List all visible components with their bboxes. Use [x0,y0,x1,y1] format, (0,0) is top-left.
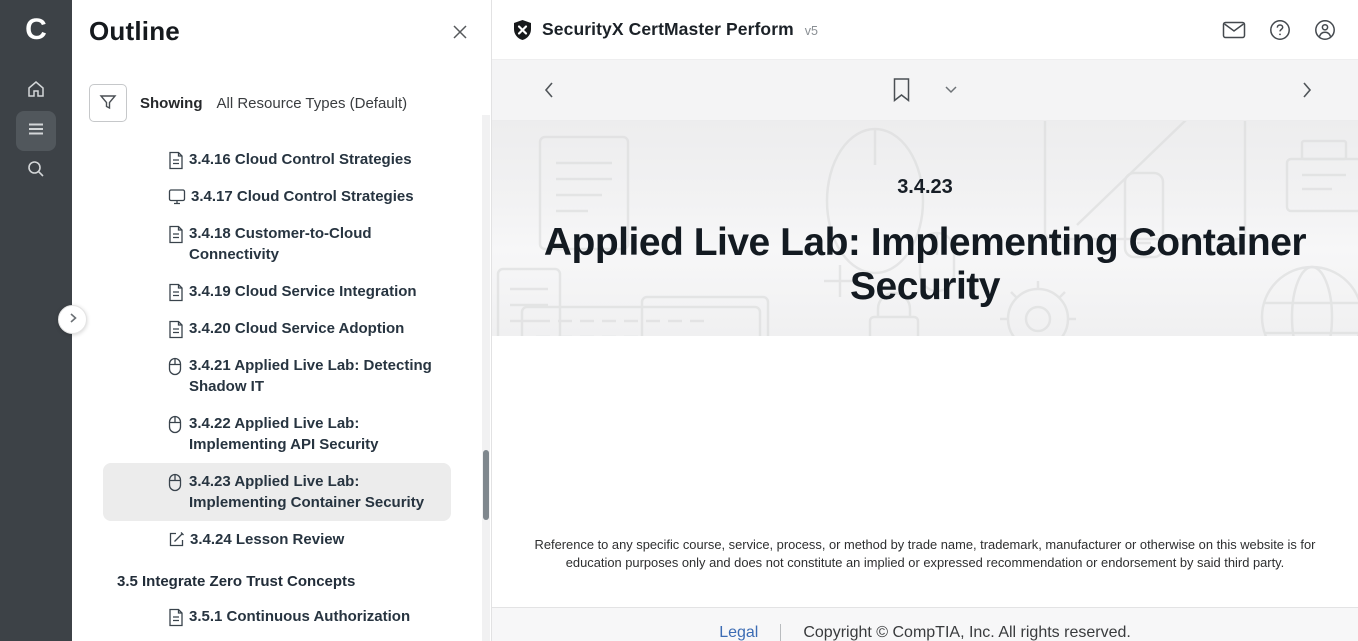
outline-item-label: 3.4.18 Customer-to-Cloud Connectivity [189,223,441,265]
app-window: C [0,0,1358,641]
outline-item-label: 3.4.20 Cloud Service Adoption [189,318,404,339]
search-icon [26,159,46,184]
outline-item[interactable]: 3.4.16 Cloud Control Strategies [103,141,451,178]
document-icon [168,608,184,627]
outline-panel: Outline Showing All Resource Types (Defa… [72,0,492,641]
outline-list: 3.4.16 Cloud Control Strategies 3.4.17 Cl… [72,141,475,635]
app-title: SecurityX CertMaster Perform [542,19,794,40]
chevron-down-icon [945,83,958,98]
help-button[interactable] [1267,17,1293,43]
filter-value: All Resource Types (Default) [217,95,408,112]
mouse-icon [168,473,184,492]
question-icon [1269,29,1291,44]
mail-icon [1222,28,1246,43]
monitor-icon [168,188,186,205]
lesson-title: Applied Live Lab: Implementing Container… [492,221,1358,309]
bookmark-controls [887,72,964,109]
header-actions [1220,17,1338,43]
sidebar-item-search[interactable] [16,151,56,191]
next-page-button[interactable] [1294,75,1320,105]
outline-item[interactable]: 3.4.24 Lesson Review [103,521,451,558]
edit-icon [168,531,185,548]
disclaimer-text: Reference to any specific course, servic… [530,536,1320,572]
messages-button[interactable] [1220,18,1248,42]
home-icon [26,79,46,104]
panel-expand-button[interactable] [58,305,87,334]
chevron-left-icon [542,87,556,102]
outline-item-label: 3.5.1 Continuous Authorization [189,606,410,627]
document-icon [168,283,184,302]
outline-item[interactable]: 3.4.23 Applied Live Lab: Implementing Co… [103,463,451,521]
app-version: v5 [805,24,818,38]
rail-nav [0,71,72,191]
lesson-number: 3.4.23 [492,176,1358,199]
bookmark-icon [893,91,911,106]
footer: Legal Copyright © CompTIA, Inc. All righ… [492,607,1358,641]
outline-item-label: 3.4.22 Applied Live Lab: Implementing AP… [189,413,441,455]
outline-scrollbar-thumb[interactable] [483,450,489,520]
outline-section-header: 3.5 Integrate Zero Trust Concepts [117,567,475,596]
document-icon [168,320,184,339]
document-icon [168,225,184,244]
main-header: SecurityX CertMaster Perform v5 [492,0,1358,60]
mouse-icon [168,415,184,434]
sidebar-item-contents[interactable] [16,111,56,151]
bookmark-menu-button[interactable] [939,80,964,101]
shield-x-icon [512,19,533,41]
brand: SecurityX CertMaster Perform v5 [512,19,818,41]
outline-item[interactable]: 3.4.19 Cloud Service Integration [103,273,451,310]
outline-item[interactable]: 3.4.21 Applied Live Lab: Detecting Shado… [103,347,451,405]
close-outline-button[interactable] [446,18,474,46]
outline-item[interactable]: 3.4.17 Cloud Control Strategies [103,178,451,215]
outline-item[interactable]: 3.4.18 Customer-to-Cloud Connectivity [103,215,451,273]
comptia-logo: C [0,8,72,52]
footer-divider [780,624,781,641]
outline-item[interactable]: 3.4.22 Applied Live Lab: Implementing AP… [103,405,451,463]
account-button[interactable] [1312,17,1338,43]
lesson-toolbar [492,60,1358,121]
outline-item-label: 3.4.17 Cloud Control Strategies [191,186,414,207]
main-area: SecurityX CertMaster Perform v5 [492,0,1358,641]
bookmark-button[interactable] [887,72,917,109]
outline-item[interactable]: 3.5.1 Continuous Authorization [103,598,451,635]
outline-item-label: 3.4.24 Lesson Review [190,529,344,550]
previous-page-button[interactable] [536,75,562,105]
outline-scrollbar[interactable] [482,115,490,641]
legal-link[interactable]: Legal [719,624,758,641]
filter-funnel-icon [98,92,118,115]
lesson-hero-banner: 3.4.23 Applied Live Lab: Implementing Co… [492,121,1358,336]
filter-button[interactable] [89,84,127,122]
document-icon [168,151,184,170]
outline-panel-title: Outline [89,16,180,47]
close-icon [450,30,470,45]
outline-item-label: 3.4.21 Applied Live Lab: Detecting Shado… [189,355,441,397]
outline-item-label: 3.4.16 Cloud Control Strategies [189,149,412,170]
copyright-text: Copyright © CompTIA, Inc. All rights res… [803,624,1130,641]
sidebar-item-home[interactable] [16,71,56,111]
menu-icon [27,120,45,143]
mouse-icon [168,357,184,376]
chevron-right-icon [67,312,79,327]
chevron-right-icon [1300,87,1314,102]
outline-item-label: 3.4.23 Applied Live Lab: Implementing Co… [189,471,441,513]
account-icon [1314,29,1336,44]
filter-showing-label: Showing [140,95,203,112]
outline-item-label: 3.4.19 Cloud Service Integration [189,281,417,302]
outline-item[interactable]: 3.4.20 Cloud Service Adoption [103,310,451,347]
